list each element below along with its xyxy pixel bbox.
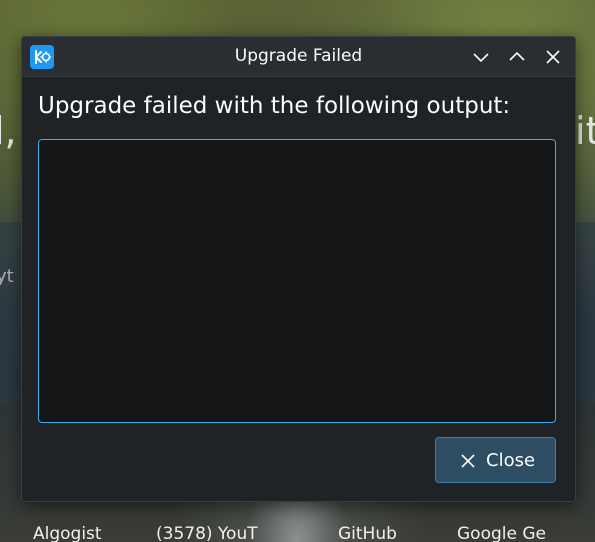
bookmark-item[interactable]: (3578) YouT	[156, 524, 258, 542]
background-heading-fragment-right: it	[575, 109, 595, 153]
bookmark-item[interactable]: Algogist	[33, 524, 102, 542]
maximize-button[interactable]	[506, 46, 528, 68]
close-button-label: Close	[486, 450, 536, 471]
output-textarea[interactable]	[38, 139, 556, 423]
close-window-button[interactable]	[542, 46, 564, 68]
titlebar[interactable]: Upgrade Failed	[22, 37, 575, 77]
background-heading-fragment-left: l,	[0, 109, 17, 153]
minimize-icon	[473, 53, 489, 63]
minimize-button[interactable]	[470, 46, 492, 68]
close-button[interactable]: Close	[435, 437, 556, 483]
bookmark-item[interactable]: Google Ge	[457, 524, 546, 542]
failure-message: Upgrade failed with the following output…	[38, 93, 511, 119]
bookmark-item[interactable]: GitHub	[338, 524, 397, 542]
upgrade-failed-dialog: Upgrade Failed Upgrade failed with the f…	[21, 36, 576, 502]
close-icon	[460, 453, 476, 469]
window-title: Upgrade Failed	[234, 46, 363, 66]
close-icon	[546, 50, 560, 64]
bookmarks-bar: Algogist (3578) YouT GitHub Google Ge	[0, 522, 595, 542]
background-text-fragment: yt	[0, 266, 14, 287]
maximize-icon	[509, 51, 525, 61]
